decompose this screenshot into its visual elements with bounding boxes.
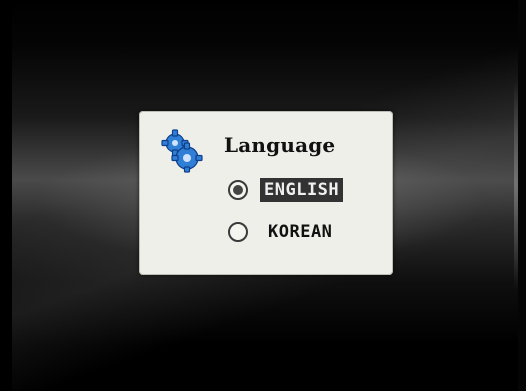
light-streak (514, 80, 518, 290)
radio-english[interactable] (228, 180, 248, 200)
option-korean[interactable]: KOREAN (228, 218, 336, 246)
tv-screen: Language ENGLISH KOREAN (0, 0, 526, 391)
left-frame-edge (0, 0, 12, 391)
language-dialog: Language ENGLISH KOREAN (139, 111, 393, 275)
right-frame-edge (518, 0, 526, 391)
radio-korean[interactable] (228, 222, 248, 242)
option-english-label[interactable]: ENGLISH (260, 178, 344, 202)
dialog-title: Language (224, 133, 336, 157)
radio-selected-dot (233, 185, 243, 195)
gear-icon (161, 129, 203, 173)
option-english[interactable]: ENGLISH (228, 176, 344, 204)
option-korean-label[interactable]: KOREAN (264, 220, 336, 244)
